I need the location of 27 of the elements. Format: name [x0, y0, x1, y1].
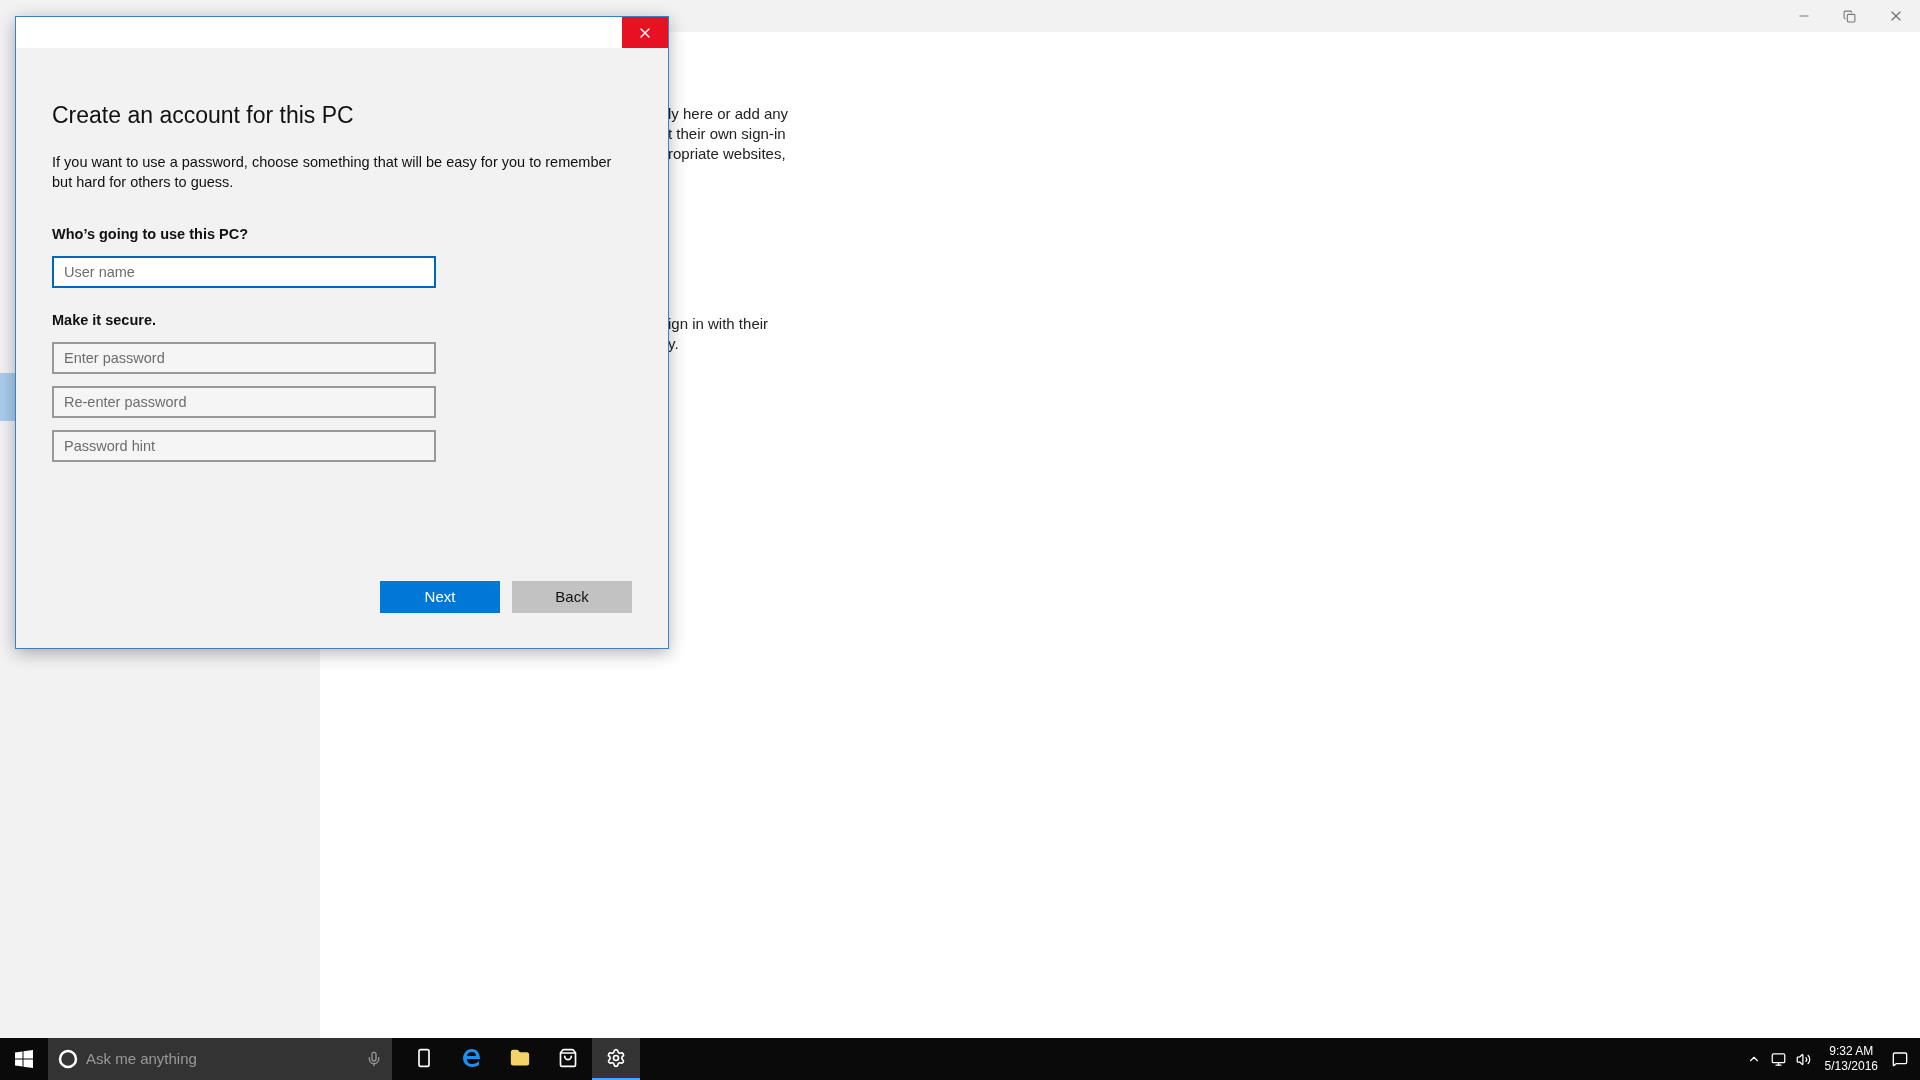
section-heading: Who’s going to use this PC?	[52, 225, 249, 244]
section-heading: Make it secure.	[52, 310, 157, 330]
taskbar-app-button[interactable]	[592, 1038, 640, 1080]
shopping-bag-icon	[558, 1048, 578, 1068]
microphone-icon[interactable]	[366, 1051, 382, 1067]
search-box[interactable]: Ask me anything	[48, 1038, 392, 1080]
restore-icon[interactable]	[1843, 9, 1856, 23]
clock-time: 9:32 AM	[1829, 1044, 1874, 1059]
dialog-title: Create an account for this PC	[52, 101, 355, 130]
text-field[interactable]: Re-enter password	[52, 385, 436, 418]
volume-icon[interactable]	[1795, 1051, 1811, 1067]
search-placeholder: Ask me anything	[86, 1048, 198, 1069]
action-center-icon[interactable]	[1892, 1051, 1908, 1067]
next-button[interactable]: Next	[380, 581, 500, 613]
dialog-description: If you want to use a password, choose something that will be easy for you to remember but hard for others to guess.	[52, 153, 613, 192]
clock[interactable]: 9:32 AM 5/13/2016	[1820, 1044, 1882, 1074]
clock-date: 5/13/2016	[1824, 1059, 1878, 1074]
folder-icon	[510, 1048, 530, 1068]
windows-logo-icon	[15, 1050, 33, 1068]
circle-icon	[58, 1049, 78, 1069]
settings-icon	[606, 1048, 626, 1068]
text-field[interactable]: Password hint	[52, 429, 436, 462]
text-field[interactable]: Enter password	[52, 341, 436, 374]
back-button[interactable]: Back	[512, 581, 632, 613]
browser-icon	[461, 1047, 483, 1069]
text-field[interactable]: User name	[52, 255, 436, 288]
network-icon[interactable]	[1770, 1051, 1786, 1067]
